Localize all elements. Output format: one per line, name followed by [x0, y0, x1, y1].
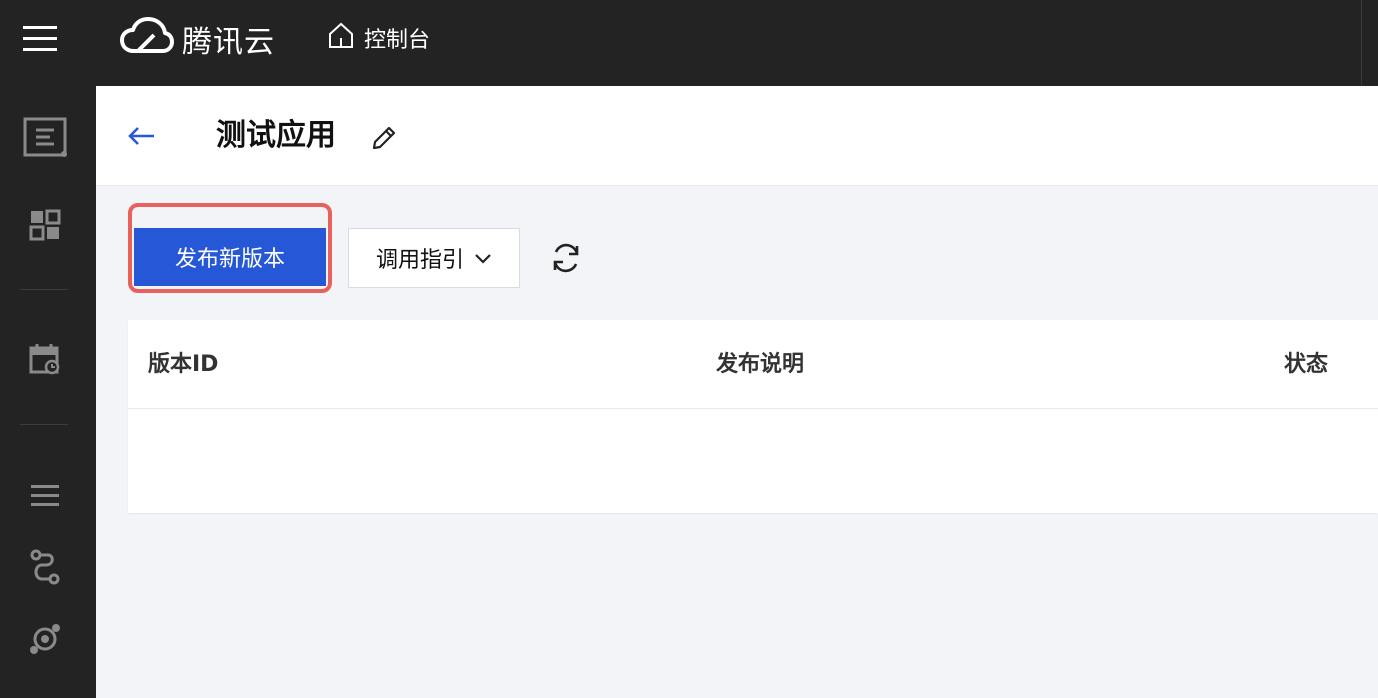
cloud-logo-icon	[120, 17, 174, 61]
table-header: 版本ID 发布说明 状态	[128, 320, 1378, 409]
console-label: 控制台	[364, 28, 431, 53]
brand-name: 腾讯云	[182, 25, 275, 60]
call-guide-label: 调用指引	[375, 248, 464, 273]
toolbar: 发布新版本 调用指引	[128, 203, 728, 293]
home-icon	[326, 20, 356, 56]
top-bar: 腾讯云 控制台	[0, 0, 1378, 86]
sidebar-separator	[20, 289, 68, 290]
page-header: 测试应用	[96, 86, 1378, 186]
topbar-divider	[1361, 0, 1362, 86]
api-gateway-icon[interactable]	[22, 114, 68, 160]
calendar-schedule-icon[interactable]	[22, 336, 68, 382]
sidebar-separator	[20, 424, 68, 425]
brand-logo[interactable]: 腾讯云	[120, 16, 275, 62]
versions-table: 版本ID 发布说明 状态	[128, 320, 1378, 513]
integration-icon[interactable]	[22, 616, 68, 662]
edit-pencil-icon[interactable]	[370, 124, 398, 152]
column-header-release-notes: 发布说明	[716, 352, 805, 377]
list-icon[interactable]	[22, 473, 68, 519]
dashboard-grid-icon[interactable]	[22, 202, 68, 248]
back-arrow-icon[interactable]	[126, 122, 158, 150]
sidebar	[0, 86, 96, 698]
call-guide-dropdown[interactable]: 调用指引	[348, 228, 520, 288]
page-title: 测试应用	[216, 118, 336, 153]
console-link[interactable]: 控制台	[326, 18, 430, 58]
publish-new-version-button[interactable]: 发布新版本	[134, 228, 326, 286]
column-header-status: 状态	[1284, 352, 1329, 377]
column-header-version-id: 版本ID	[148, 352, 219, 377]
refresh-icon[interactable]	[548, 240, 584, 276]
workflow-icon[interactable]	[22, 544, 68, 590]
menu-icon[interactable]	[20, 22, 60, 54]
chevron-down-icon	[474, 246, 492, 271]
